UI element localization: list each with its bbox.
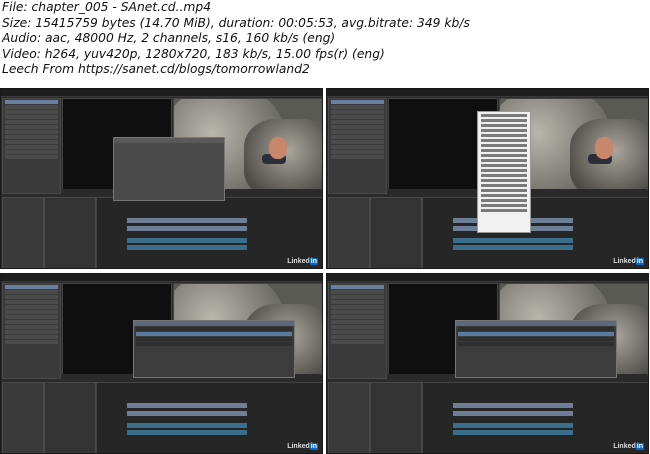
thumbnail-2[interactable]: Linkedin bbox=[326, 88, 649, 269]
linkedin-watermark: Linkedin bbox=[613, 443, 644, 450]
info-audio: Audio: aac, 48000 Hz, 2 channels, s16, 1… bbox=[2, 31, 336, 46]
linkedin-watermark: Linkedin bbox=[287, 258, 318, 265]
project-bin bbox=[328, 98, 387, 194]
timecode-list-dialog[interactable] bbox=[133, 320, 295, 378]
info-size: Size: 15415759 bytes (14.70 MiB), durati… bbox=[2, 15, 470, 30]
bin-thumbs bbox=[328, 382, 370, 453]
bin-thumbs bbox=[2, 197, 44, 268]
thumbnail-4[interactable]: Linkedin bbox=[326, 273, 649, 454]
project-bin bbox=[328, 283, 387, 379]
menu-bar bbox=[327, 89, 648, 97]
project-bin bbox=[2, 98, 61, 194]
menu-bar bbox=[1, 89, 322, 97]
thumbnail-3[interactable]: Linkedin bbox=[0, 273, 323, 454]
timecode-list-dialog[interactable] bbox=[455, 320, 617, 378]
context-menu[interactable] bbox=[477, 111, 531, 233]
bin-thumbs bbox=[2, 382, 44, 453]
thumbnail-grid: Linkedin Linkedin Linkedin Linkedin bbox=[0, 88, 650, 454]
bin-thumbs bbox=[328, 197, 370, 268]
info-video: Video: h264, yuv420p, 1280x720, 183 kb/s… bbox=[2, 46, 385, 61]
thumbnail-1[interactable]: Linkedin bbox=[0, 88, 323, 269]
menu-bar bbox=[327, 274, 648, 282]
sequence-bin bbox=[44, 382, 96, 453]
menu-bar bbox=[1, 274, 322, 282]
linkedin-watermark: Linkedin bbox=[287, 443, 318, 450]
info-file: File: chapter_005 - SAnet.cd..mp4 bbox=[2, 0, 212, 14]
sequence-bin bbox=[44, 197, 96, 268]
sequence-bin bbox=[370, 197, 422, 268]
linkedin-watermark: Linkedin bbox=[613, 258, 644, 265]
media-info: File: chapter_005 - SAnet.cd..mp4 Size: … bbox=[2, 0, 648, 78]
sequence-bin bbox=[370, 382, 422, 453]
project-bin bbox=[2, 283, 61, 379]
settings-dialog[interactable] bbox=[113, 137, 225, 201]
info-leech: Leech From https://sanet.cd/blogs/tomorr… bbox=[2, 62, 310, 77]
